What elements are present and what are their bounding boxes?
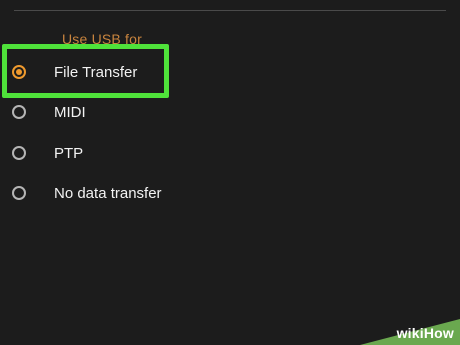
top-divider <box>14 10 446 11</box>
radio-unchecked-icon[interactable] <box>12 146 26 160</box>
option-label-ptp: PTP <box>54 145 84 162</box>
radio-unchecked-icon[interactable] <box>12 186 26 200</box>
radio-checked-icon[interactable] <box>12 65 26 79</box>
radio-unchecked-icon[interactable] <box>12 105 26 119</box>
option-no-data-transfer[interactable]: No data transfer <box>0 177 460 211</box>
option-midi[interactable]: MIDI <box>0 96 460 130</box>
option-label-no-data-transfer: No data transfer <box>54 185 162 202</box>
option-file-transfer[interactable]: File Transfer <box>0 56 460 90</box>
option-ptp[interactable]: PTP <box>0 137 460 171</box>
option-label-midi: MIDI <box>54 104 86 121</box>
wikihow-watermark: wikiHow <box>360 319 460 345</box>
usb-section-label: Use USB for <box>62 31 142 47</box>
radio-dot <box>16 69 22 75</box>
watermark-text: wikiHow <box>396 325 454 341</box>
option-label-file-transfer: File Transfer <box>54 64 138 81</box>
